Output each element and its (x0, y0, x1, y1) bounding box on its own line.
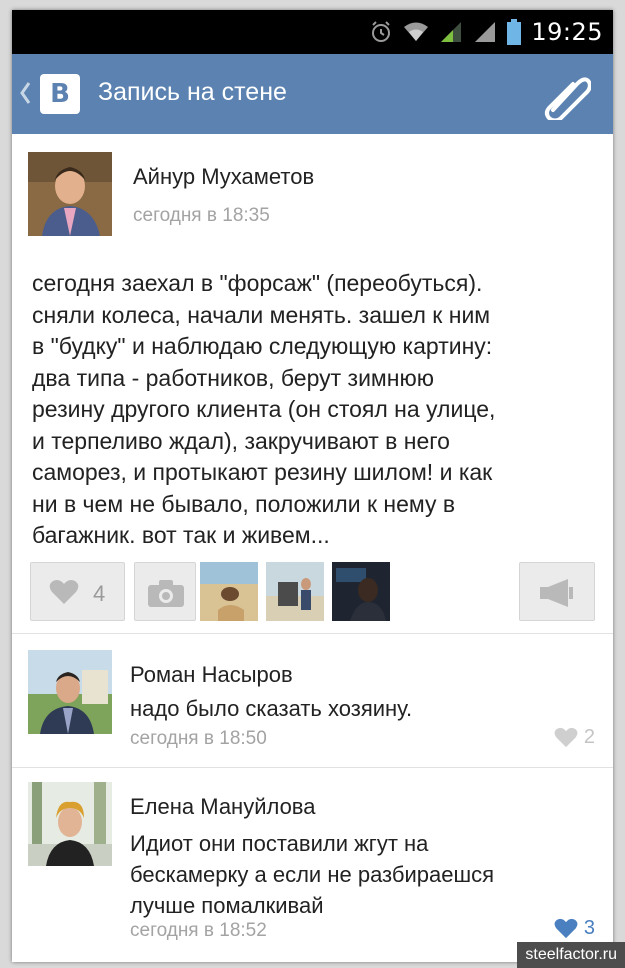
battery-icon (507, 19, 522, 45)
heart-icon (49, 580, 79, 604)
divider (12, 633, 613, 634)
photo-thumbnail[interactable] (332, 562, 390, 621)
comment-timestamp: сегодня в 18:52 (130, 920, 267, 941)
app-screen: 19:25 B Запись на стене Айнур Мухаметов … (12, 10, 613, 962)
watermark: steelfactor.ru (517, 942, 625, 968)
comment-author-name[interactable]: Елена Мануйлова (130, 794, 316, 820)
post-author-avatar[interactable] (28, 152, 112, 236)
status-bar: 19:25 (12, 10, 613, 54)
post-body: сегодня заехал в "форсаж" (переобуться).… (32, 270, 496, 548)
photo-attachments-button[interactable] (134, 562, 196, 621)
post-like-count: 4 (93, 581, 106, 606)
comment-author-avatar[interactable] (28, 782, 112, 866)
comment-timestamp: сегодня в 18:50 (130, 728, 267, 749)
wifi-icon (404, 22, 429, 41)
signal-icon (441, 22, 462, 42)
app-header: B Запись на стене (12, 54, 613, 134)
camera-icon (148, 580, 184, 607)
page-title: Запись на стене (98, 78, 287, 106)
comment-like-button[interactable]: 2 (554, 726, 595, 749)
heart-icon (554, 727, 578, 748)
megaphone-icon (540, 579, 573, 607)
comment-author-name[interactable]: Роман Насыров (130, 662, 293, 688)
heart-icon (554, 918, 578, 939)
divider (12, 767, 613, 768)
post-author-name[interactable]: Айнур Мухаметов (133, 164, 314, 190)
photo-thumbnail[interactable] (200, 562, 258, 621)
comment-text: надо было сказать хозяину. (130, 696, 413, 721)
comment-author-avatar[interactable] (28, 650, 112, 734)
comment-like-button[interactable]: 3 (554, 917, 595, 940)
post-timestamp: сегодня в 18:35 (133, 205, 270, 226)
share-button[interactable] (519, 562, 595, 621)
vk-logo[interactable]: B (40, 74, 80, 114)
comment-like-count: 2 (583, 726, 595, 748)
alarm-icon (372, 21, 391, 42)
signal-icon (475, 22, 496, 42)
back-chevron-icon[interactable] (18, 80, 32, 106)
comment-like-count: 3 (583, 917, 595, 939)
status-time: 19:25 (531, 18, 603, 46)
comment-text: Идиот они поставили жгут на бескамерку а… (130, 831, 495, 918)
post-like-button[interactable]: 4 (30, 562, 125, 621)
paperclip-icon[interactable] (541, 72, 591, 120)
photo-thumbnail[interactable] (266, 562, 324, 621)
